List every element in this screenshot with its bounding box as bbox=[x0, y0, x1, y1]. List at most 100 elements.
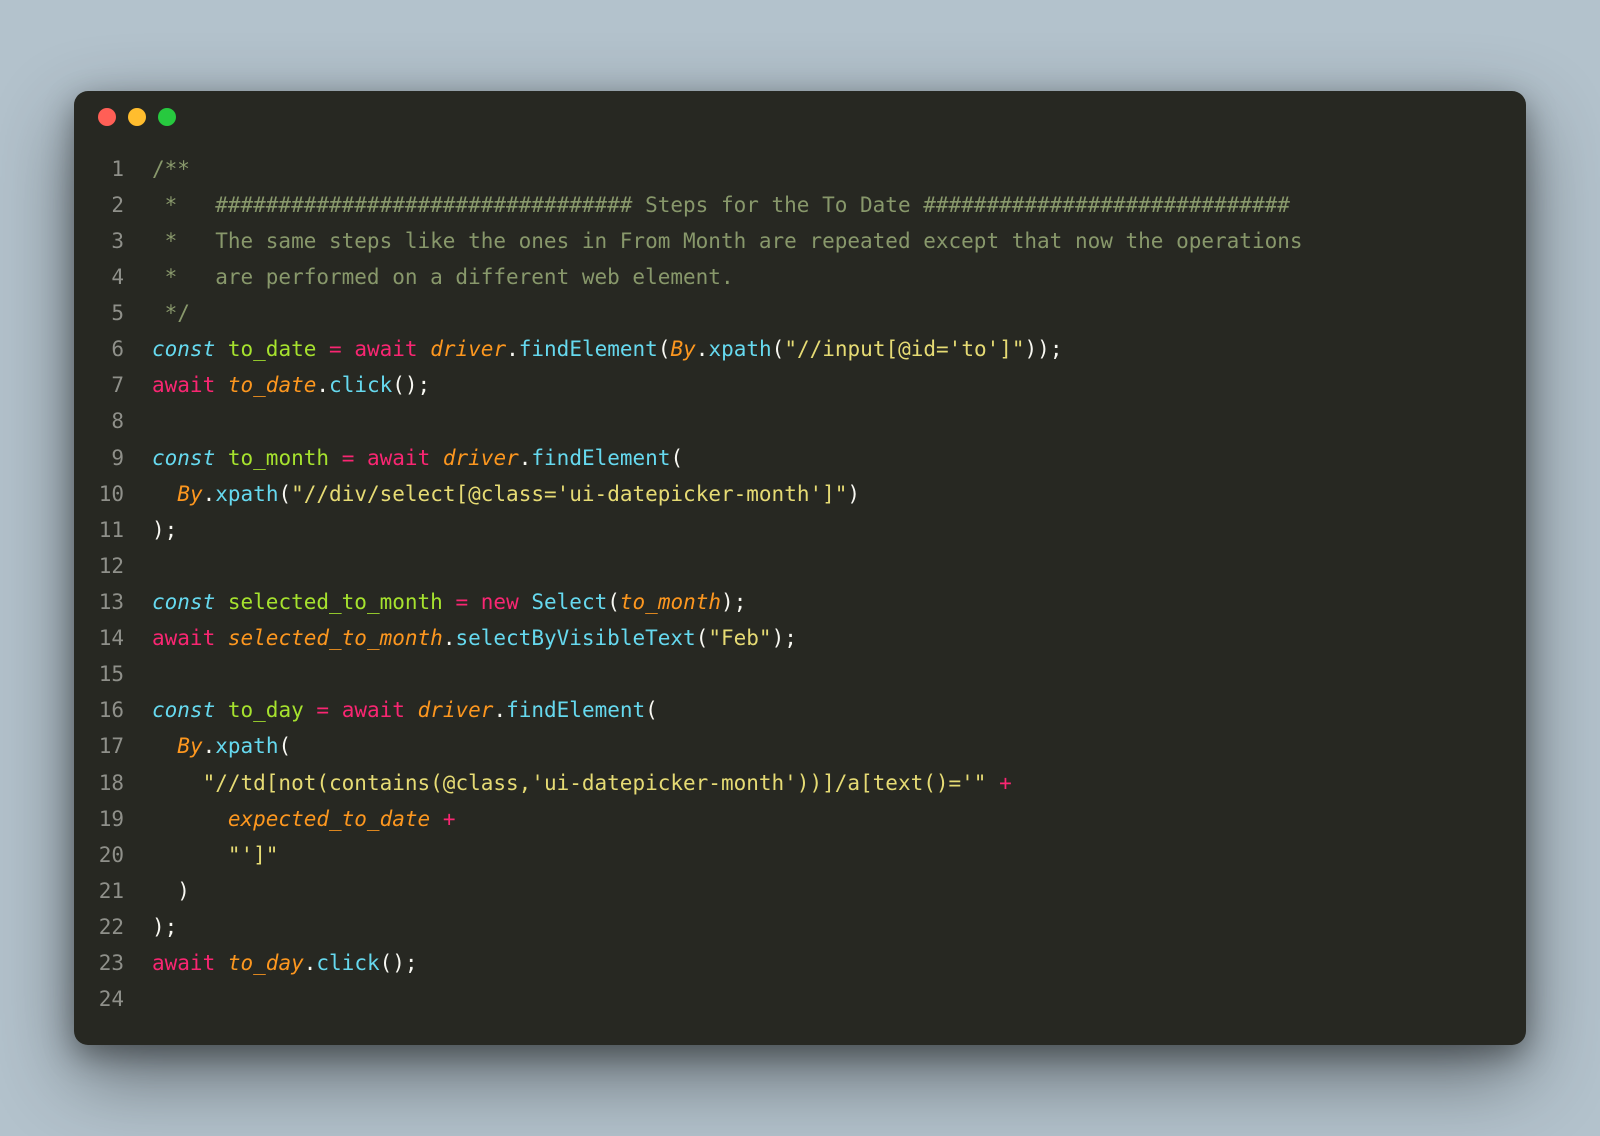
token-def: const bbox=[152, 446, 215, 470]
code-content[interactable]: "']" bbox=[152, 837, 1526, 873]
line-number: 8 bbox=[74, 403, 152, 439]
token-op: = bbox=[455, 590, 468, 614]
code-content[interactable]: ); bbox=[152, 909, 1526, 945]
token-plain bbox=[443, 590, 456, 614]
token-func: selectByVisibleText bbox=[455, 626, 695, 650]
token-ident: to_day bbox=[228, 951, 304, 975]
token-plain: . bbox=[443, 626, 456, 650]
token-paren: ); bbox=[721, 590, 746, 614]
token-plain bbox=[519, 590, 532, 614]
token-keyword: await bbox=[152, 951, 215, 975]
code-content[interactable]: const selected_to_month = new Select(to_… bbox=[152, 584, 1526, 620]
code-content[interactable] bbox=[152, 548, 1526, 584]
code-content[interactable]: * The same steps like the ones in From M… bbox=[152, 223, 1526, 259]
line-number: 13 bbox=[74, 584, 152, 620]
code-line[interactable]: 13const selected_to_month = new Select(t… bbox=[74, 584, 1526, 620]
code-content[interactable]: By.xpath( bbox=[152, 728, 1526, 764]
code-content[interactable]: /** bbox=[152, 151, 1526, 187]
token-paren: ); bbox=[152, 518, 177, 542]
code-line[interactable]: 22); bbox=[74, 909, 1526, 945]
code-content[interactable]: const to_date = await driver.findElement… bbox=[152, 331, 1526, 367]
token-paren: (); bbox=[380, 951, 418, 975]
token-ident: driver bbox=[418, 698, 494, 722]
code-content[interactable] bbox=[152, 656, 1526, 692]
line-number: 18 bbox=[74, 765, 152, 801]
code-content[interactable]: const to_month = await driver.findElemen… bbox=[152, 440, 1526, 476]
code-line[interactable]: 6const to_date = await driver.findElemen… bbox=[74, 331, 1526, 367]
code-line[interactable]: 24 bbox=[74, 981, 1526, 1017]
token-func: xpath bbox=[708, 337, 771, 361]
token-plain bbox=[152, 843, 228, 867]
token-ident: expected_to_date bbox=[228, 807, 430, 831]
token-paren: ( bbox=[658, 337, 671, 361]
code-line[interactable]: 17 By.xpath( bbox=[74, 728, 1526, 764]
code-content[interactable]: */ bbox=[152, 295, 1526, 331]
token-var: selected_to_month bbox=[228, 590, 443, 614]
line-number: 1 bbox=[74, 151, 152, 187]
token-ident: selected_to_month bbox=[228, 626, 443, 650]
token-paren: ( bbox=[645, 698, 658, 722]
token-keyword: await bbox=[367, 446, 430, 470]
code-line[interactable]: 3 * The same steps like the ones in From… bbox=[74, 223, 1526, 259]
token-paren: ); bbox=[152, 915, 177, 939]
code-line[interactable]: 19 expected_to_date + bbox=[74, 801, 1526, 837]
code-line[interactable]: 21 ) bbox=[74, 873, 1526, 909]
code-content[interactable]: await to_day.click(); bbox=[152, 945, 1526, 981]
code-line[interactable]: 11); bbox=[74, 512, 1526, 548]
token-ident: driver bbox=[443, 446, 519, 470]
code-line[interactable]: 23await to_day.click(); bbox=[74, 945, 1526, 981]
token-func: findElement bbox=[519, 337, 658, 361]
code-content[interactable]: * ################################# Step… bbox=[152, 187, 1526, 223]
code-content[interactable]: "//td[not(contains(@class,'ui-datepicker… bbox=[152, 765, 1526, 801]
close-icon[interactable] bbox=[98, 108, 116, 126]
line-number: 10 bbox=[74, 476, 152, 512]
code-content[interactable] bbox=[152, 403, 1526, 439]
code-line[interactable]: 16const to_day = await driver.findElemen… bbox=[74, 692, 1526, 728]
code-content[interactable]: ) bbox=[152, 873, 1526, 909]
token-plain bbox=[215, 373, 228, 397]
code-line[interactable]: 2 * ################################# St… bbox=[74, 187, 1526, 223]
code-content[interactable]: ); bbox=[152, 512, 1526, 548]
token-plain bbox=[215, 951, 228, 975]
token-keyword: await bbox=[152, 626, 215, 650]
code-line[interactable]: 8 bbox=[74, 403, 1526, 439]
token-func: xpath bbox=[215, 734, 278, 758]
token-plain: . bbox=[506, 337, 519, 361]
code-line[interactable]: 10 By.xpath("//div/select[@class='ui-dat… bbox=[74, 476, 1526, 512]
zoom-icon[interactable] bbox=[158, 108, 176, 126]
code-line[interactable]: 18 "//td[not(contains(@class,'ui-datepic… bbox=[74, 765, 1526, 801]
code-line[interactable]: 1/** bbox=[74, 151, 1526, 187]
code-content[interactable]: By.xpath("//div/select[@class='ui-datepi… bbox=[152, 476, 1526, 512]
token-comment: */ bbox=[152, 301, 190, 325]
token-paren: ) bbox=[847, 482, 860, 506]
code-line[interactable]: 12 bbox=[74, 548, 1526, 584]
code-line[interactable]: 15 bbox=[74, 656, 1526, 692]
token-paren: )); bbox=[1025, 337, 1063, 361]
code-content[interactable]: await selected_to_month.selectByVisibleT… bbox=[152, 620, 1526, 656]
code-content[interactable]: * are performed on a different web eleme… bbox=[152, 259, 1526, 295]
token-func: Select bbox=[531, 590, 607, 614]
token-op: + bbox=[443, 807, 456, 831]
token-ident: By bbox=[177, 734, 202, 758]
token-var: to_month bbox=[228, 446, 329, 470]
code-content[interactable]: expected_to_date + bbox=[152, 801, 1526, 837]
code-line[interactable]: 14await selected_to_month.selectByVisibl… bbox=[74, 620, 1526, 656]
token-func: click bbox=[316, 951, 379, 975]
code-line[interactable]: 7await to_date.click(); bbox=[74, 367, 1526, 403]
code-line[interactable]: 20 "']" bbox=[74, 837, 1526, 873]
code-line[interactable]: 5 */ bbox=[74, 295, 1526, 331]
token-plain bbox=[152, 734, 177, 758]
token-ident: By bbox=[670, 337, 695, 361]
code-line[interactable]: 4 * are performed on a different web ele… bbox=[74, 259, 1526, 295]
code-line[interactable]: 9const to_month = await driver.findEleme… bbox=[74, 440, 1526, 476]
token-plain bbox=[342, 337, 355, 361]
token-paren: ) bbox=[177, 879, 190, 903]
token-keyword: new bbox=[481, 590, 519, 614]
code-content[interactable]: const to_day = await driver.findElement( bbox=[152, 692, 1526, 728]
code-content[interactable]: await to_date.click(); bbox=[152, 367, 1526, 403]
code-editor[interactable]: 1/**2 * ################################… bbox=[74, 143, 1526, 1046]
token-comment: * ################################# Step… bbox=[152, 193, 1290, 217]
code-content[interactable] bbox=[152, 981, 1526, 1017]
token-op: = bbox=[329, 337, 342, 361]
minimize-icon[interactable] bbox=[128, 108, 146, 126]
